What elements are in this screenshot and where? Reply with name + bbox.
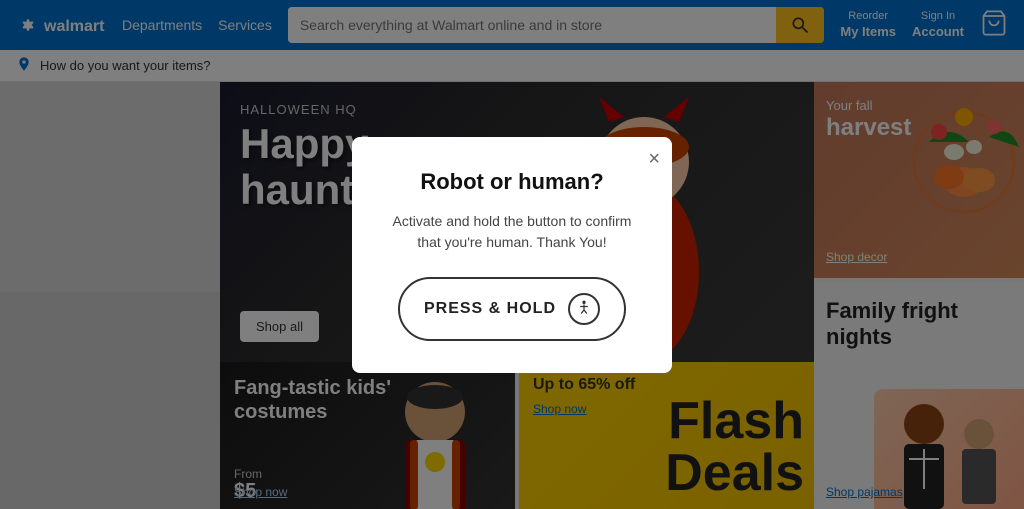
- press-hold-button[interactable]: PRESS & HOLD: [398, 277, 626, 341]
- modal-title: Robot or human?: [392, 169, 632, 195]
- press-hold-label: PRESS & HOLD: [424, 300, 556, 318]
- modal-message: Activate and hold the button to confirm …: [392, 211, 632, 253]
- modal-overlay: × Robot or human? Activate and hold the …: [0, 0, 1024, 509]
- accessibility-icon: [568, 293, 600, 325]
- captcha-modal: × Robot or human? Activate and hold the …: [352, 137, 672, 373]
- modal-close-button[interactable]: ×: [648, 149, 660, 169]
